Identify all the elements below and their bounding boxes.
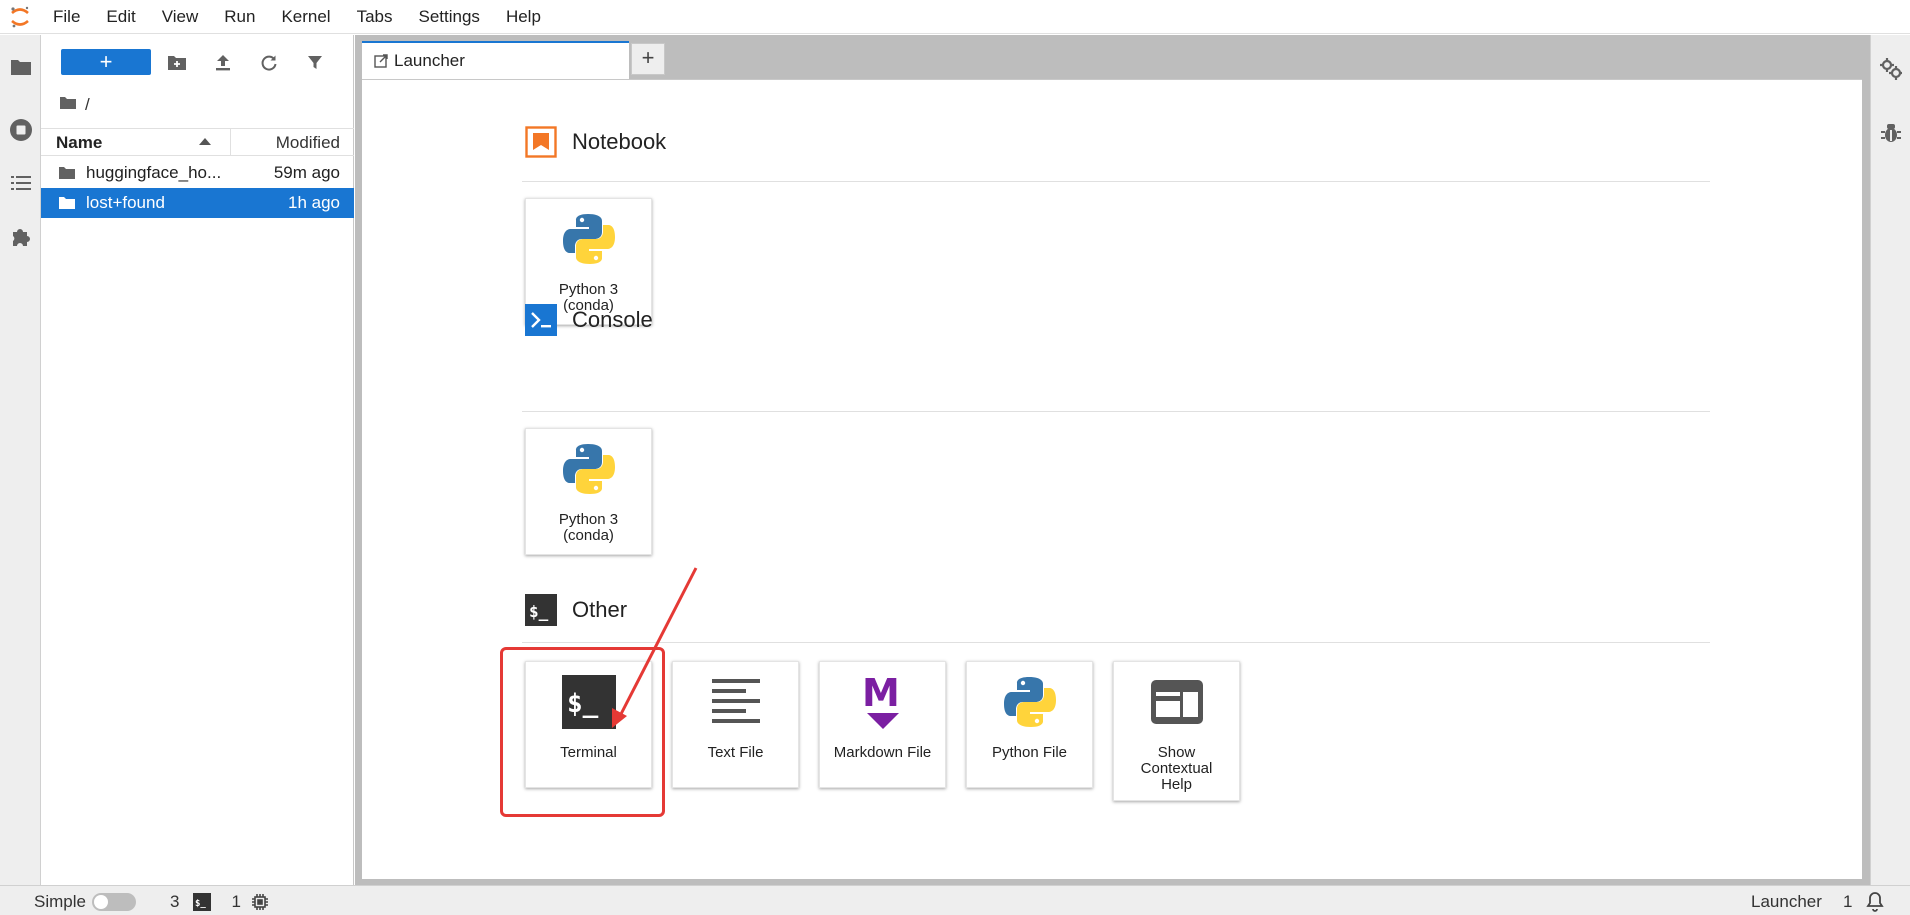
kernel-cpu-icon xyxy=(251,893,269,911)
simple-mode-label: Simple xyxy=(34,892,86,911)
menu-file[interactable]: File xyxy=(40,0,93,34)
file-browser-toolbar: + xyxy=(41,49,354,77)
simple-mode-toggle-group: Simple xyxy=(34,892,136,912)
python-logo-icon xyxy=(526,439,651,499)
console-section-label: Console xyxy=(572,307,653,332)
right-sidebar xyxy=(1870,35,1910,885)
file-list-header: Name Modified xyxy=(41,128,354,156)
filter-icon[interactable] xyxy=(303,51,327,75)
breadcrumb[interactable]: / xyxy=(59,93,90,117)
launcher-card-python-file[interactable]: Python File xyxy=(966,661,1093,788)
notebook-section-title: Notebook xyxy=(524,125,666,159)
card-label-line: Python 3 xyxy=(558,281,619,298)
python-logo-icon xyxy=(526,209,651,269)
refresh-icon[interactable] xyxy=(257,51,281,75)
launcher-card-text-file[interactable]: Text File xyxy=(672,661,799,788)
other-section-label: Other xyxy=(572,597,628,622)
console-icon xyxy=(524,303,558,337)
card-label-line: (conda) xyxy=(563,527,614,544)
notification-count: 1 xyxy=(1843,892,1853,911)
notification-bell-icon[interactable] xyxy=(1864,890,1886,912)
card-label: Python 3 (conda) xyxy=(530,512,647,544)
folder-icon xyxy=(58,165,76,185)
breadcrumb-folder-icon[interactable] xyxy=(59,95,77,115)
section-divider xyxy=(522,411,1710,412)
tab-launcher[interactable]: Launcher xyxy=(362,41,629,79)
card-label-line: Help xyxy=(1161,776,1192,793)
launcher-card-python3-console[interactable]: Python 3 (conda) xyxy=(525,428,652,555)
new-tab-button[interactable]: + xyxy=(631,43,665,75)
jupyter-logo-icon xyxy=(0,0,40,34)
folder-icon[interactable] xyxy=(0,47,41,87)
status-right-label: Launcher xyxy=(1751,892,1822,911)
terminal-section-icon: $_ xyxy=(524,593,558,627)
menu-bar: File Edit View Run Kernel Tabs Settings … xyxy=(0,0,1910,34)
file-modified: 59m ago xyxy=(273,163,340,182)
console-section-title: Console xyxy=(524,303,653,337)
launcher-card-markdown-file[interactable]: M Markdown File xyxy=(819,661,946,788)
file-browser-panel: + / Name Modified huggingface_ho... 59m … xyxy=(41,35,354,885)
other-section-title: $_ Other xyxy=(524,593,627,627)
new-launcher-button[interactable]: + xyxy=(61,49,151,75)
markdown-icon: M xyxy=(820,672,945,732)
annotation-highlight-box xyxy=(500,647,665,817)
notebook-section-label: Notebook xyxy=(572,129,667,154)
sort-ascending-icon xyxy=(199,138,211,145)
tab-label: Launcher xyxy=(394,51,465,70)
card-label: Python File xyxy=(991,744,1068,761)
file-list-item[interactable]: huggingface_ho... 59m ago xyxy=(41,158,354,188)
card-label: Show Contextual Help xyxy=(1118,745,1235,793)
column-name-header[interactable]: Name xyxy=(56,133,102,153)
svg-text:$_: $_ xyxy=(195,899,206,909)
menu-view[interactable]: View xyxy=(149,0,212,34)
jupyterlab-app: File Edit View Run Kernel Tabs Settings … xyxy=(0,0,1910,915)
file-list-item-selected[interactable]: lost+found 1h ago xyxy=(41,188,354,218)
property-inspector-gears-icon[interactable] xyxy=(1871,49,1910,89)
breadcrumb-root[interactable]: / xyxy=(85,95,90,115)
extensions-puzzle-icon[interactable] xyxy=(0,217,41,257)
card-label-line: Python 3 xyxy=(558,511,619,528)
menu-kernel[interactable]: Kernel xyxy=(268,0,343,34)
section-divider xyxy=(522,642,1710,643)
simple-mode-toggle[interactable] xyxy=(91,893,136,911)
file-name: huggingface_ho... xyxy=(86,163,222,182)
section-divider xyxy=(522,181,1710,182)
text-file-icon xyxy=(673,672,798,732)
column-modified-header[interactable]: Modified xyxy=(276,133,340,153)
menu-run[interactable]: Run xyxy=(211,0,268,34)
file-name: lost+found xyxy=(86,193,165,212)
card-label-line: Show xyxy=(1157,744,1196,761)
card-label-line: Contextual xyxy=(1140,760,1213,777)
table-of-contents-icon[interactable] xyxy=(0,163,41,203)
menu-edit[interactable]: Edit xyxy=(93,0,148,34)
left-sidebar xyxy=(0,35,41,885)
kernel-count[interactable]: 3 $_ 1 xyxy=(170,892,269,912)
launcher-card-contextual-help[interactable]: Show Contextual Help xyxy=(1113,661,1240,801)
svg-text:$_: $_ xyxy=(529,602,549,621)
notebook-icon xyxy=(524,125,558,159)
terminal-status-icon: $_ xyxy=(193,893,212,911)
file-modified: 1h ago xyxy=(288,193,340,212)
card-label: Text File xyxy=(707,744,764,761)
debugger-bug-icon[interactable] xyxy=(1871,113,1910,153)
tab-bar: Launcher + xyxy=(355,35,1870,79)
card-label: Markdown File xyxy=(833,744,932,761)
column-divider[interactable] xyxy=(230,129,231,155)
python-logo-icon xyxy=(967,672,1092,732)
new-folder-icon[interactable] xyxy=(165,51,189,75)
menu-settings[interactable]: Settings xyxy=(406,0,493,34)
status-bar: Simple 3 $_ 1 Launcher 1 xyxy=(0,885,1910,915)
kernel-count-value: 3 xyxy=(170,892,180,911)
terminal-count-value: 1 xyxy=(231,892,241,911)
folder-icon xyxy=(58,195,76,215)
menu-help[interactable]: Help xyxy=(493,0,554,34)
upload-icon[interactable] xyxy=(211,51,235,75)
running-sessions-icon[interactable] xyxy=(0,110,41,150)
menu-tabs[interactable]: Tabs xyxy=(344,0,406,34)
svg-text:M: M xyxy=(862,673,900,715)
launcher-tab-icon xyxy=(374,54,388,68)
contextual-help-icon xyxy=(1114,672,1239,732)
